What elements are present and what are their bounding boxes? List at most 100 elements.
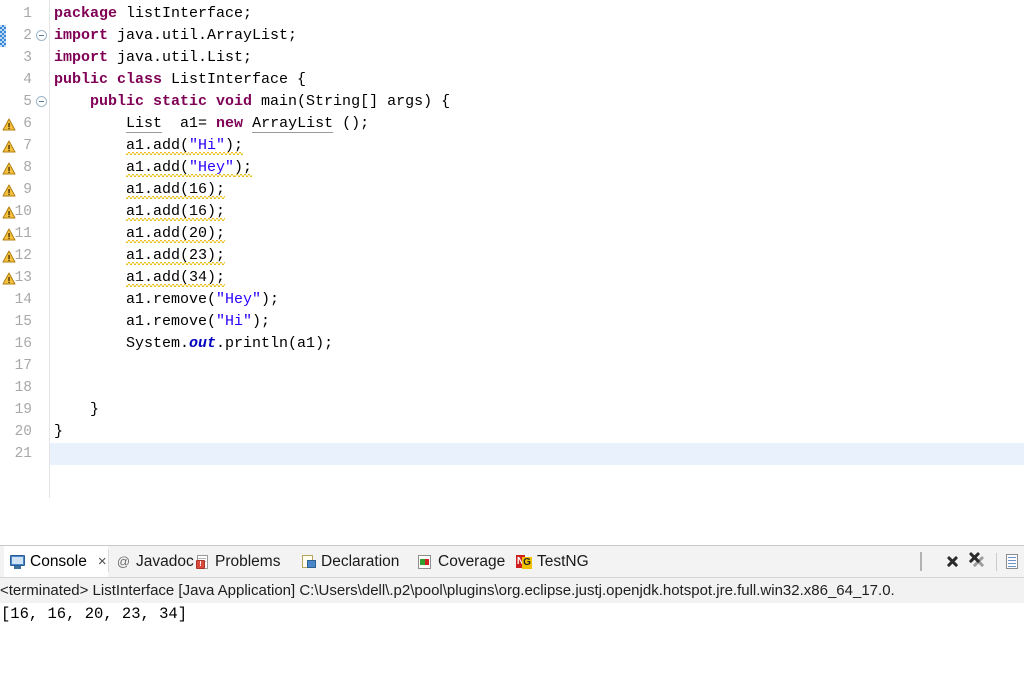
code-line[interactable]: a1.add(23);: [50, 245, 1024, 267]
tab-declaration[interactable]: Declaration: [296, 546, 412, 577]
line-number: 18: [14, 380, 32, 396]
code-token: "Hi": [189, 137, 226, 154]
code-editor[interactable]: 1 2 3 4 5 6 7 8 9 10 11 12 13 14 15 16 17 18 19 20 21 packag…: [0, 0, 1024, 522]
console-launch-header: <terminated> ListInterface [Java Applica…: [0, 578, 1024, 603]
code-token: listInterface;: [117, 5, 253, 22]
console-icon: [10, 554, 25, 569]
tab-label: Problems: [215, 552, 281, 570]
tab-testng[interactable]: N G TestNG: [510, 546, 598, 577]
coverage-icon: [418, 554, 433, 569]
code-token: a1.add(: [126, 159, 190, 176]
console-output-text[interactable]: [16, 16, 20, 23, 34]: [0, 603, 1024, 626]
tab-coverage[interactable]: Coverage: [412, 546, 514, 577]
code-line[interactable]: System.out.println(a1);: [50, 333, 1024, 355]
tab-problems[interactable]: ! Problems: [190, 546, 294, 577]
code-token: );: [225, 137, 244, 154]
code-line[interactable]: import java.util.List;: [50, 47, 1024, 69]
code-line[interactable]: a1.add(20);: [50, 223, 1024, 245]
code-line[interactable]: a1.remove("Hey");: [50, 289, 1024, 311]
code-token: package: [54, 5, 118, 22]
code-token: out: [189, 335, 217, 352]
line-number: 10: [14, 204, 32, 220]
code-token: a1.remove(: [126, 313, 217, 330]
console-view[interactable]: <terminated> ListInterface [Java Applica…: [0, 578, 1024, 695]
code-token: a1.add(16);: [126, 203, 226, 220]
line-number: 5: [23, 94, 32, 110]
fold-collapse-icon[interactable]: [36, 30, 47, 41]
code-token: a1.add(16);: [126, 181, 226, 198]
code-token: a1.add(20);: [126, 225, 226, 242]
remove-all-launches-button[interactable]: [968, 551, 987, 570]
code-line[interactable]: }: [50, 421, 1024, 443]
code-token: main(String[] args) {: [252, 93, 451, 110]
testng-icon: NG: [516, 554, 532, 569]
code-token: "Hey": [216, 291, 262, 308]
code-line[interactable]: public static void main(String[] args) {: [50, 91, 1024, 113]
code-folding-column[interactable]: [36, 0, 50, 522]
code-line[interactable]: [50, 355, 1024, 377]
line-number-ruler: 1 2 3 4 5 6 7 8 9 10 11 12 13 14 15 16 17 18 19 20 21: [0, 0, 36, 522]
problems-icon: !: [196, 554, 210, 569]
line-number: 3: [23, 50, 32, 66]
code-line[interactable]: a1.add("Hey");: [50, 157, 1024, 179]
bottom-view-panel: Console × @ Javadoc! Problems Declaration Cove…: [0, 545, 1024, 695]
code-line[interactable]: [50, 377, 1024, 399]
code-token: a1.remove(: [126, 291, 217, 308]
code-token: );: [234, 159, 253, 176]
tab-label: TestNG: [537, 552, 589, 570]
code-token: new: [216, 115, 244, 132]
code-line[interactable]: }: [50, 399, 1024, 421]
code-line[interactable]: public class ListInterface {: [50, 69, 1024, 91]
code-line[interactable]: a1.add(16);: [50, 179, 1024, 201]
remove-launch-button[interactable]: [944, 553, 961, 570]
line-number: 20: [14, 424, 32, 440]
code-line[interactable]: a1.add(34);: [50, 267, 1024, 289]
code-line[interactable]: package listInterface;: [50, 3, 1024, 25]
code-line[interactable]: [50, 443, 1024, 465]
line-number: 6: [23, 116, 32, 132]
close-icon[interactable]: ×: [98, 554, 107, 569]
fold-collapse-icon[interactable]: [36, 96, 47, 107]
console-view-toolbar[interactable]: [918, 546, 1024, 577]
open-console-button[interactable]: [1006, 553, 1020, 570]
code-token: }: [90, 401, 100, 418]
line-number: 13: [14, 270, 32, 286]
javadoc-icon: @: [116, 554, 131, 569]
view-tab-bar[interactable]: Console × @ Javadoc! Problems Declaration Cove…: [0, 546, 1024, 578]
tab-label: Console: [30, 552, 87, 570]
code-token: List: [126, 115, 163, 133]
line-number: 7: [23, 138, 32, 154]
code-token: "Hey": [189, 159, 235, 176]
code-token: a1.add(: [126, 137, 190, 154]
code-token: a1.add(34);: [126, 269, 226, 286]
line-number: 12: [14, 248, 32, 264]
tab-label: Declaration: [321, 552, 400, 570]
toolbar-separator: [996, 552, 997, 571]
line-number: 2: [23, 28, 32, 44]
code-line[interactable]: List a1= new ArrayList ();: [50, 113, 1024, 135]
code-token: System.: [126, 335, 190, 352]
code-token: .println(a1);: [216, 335, 334, 352]
line-number: 16: [14, 336, 32, 352]
eclipse-ide-window: 1 2 3 4 5 6 7 8 9 10 11 12 13 14 15 16 17 18 19 20 21 packag…: [0, 0, 1024, 695]
terminate-button: [918, 552, 935, 571]
code-token: );: [261, 291, 280, 308]
code-token: java.util.List;: [108, 49, 253, 66]
tab-console[interactable]: Console ×: [4, 546, 108, 577]
code-token: java.util.ArrayList;: [108, 27, 298, 44]
code-line[interactable]: import java.util.ArrayList;: [50, 25, 1024, 47]
code-line[interactable]: a1.add(16);: [50, 201, 1024, 223]
line-number: 19: [14, 402, 32, 418]
code-line[interactable]: a1.remove("Hi");: [50, 311, 1024, 333]
code-token: ListInterface {: [162, 71, 307, 88]
line-number: 15: [14, 314, 32, 330]
code-line[interactable]: a1.add("Hi");: [50, 135, 1024, 157]
line-number: 9: [23, 182, 32, 198]
code-token: import: [54, 27, 109, 44]
declaration-icon: [302, 554, 316, 569]
code-token: );: [252, 313, 271, 330]
line-number: 17: [14, 358, 32, 374]
code-token: ();: [333, 115, 370, 132]
code-text-area[interactable]: package listInterface; import java.util.A…: [50, 0, 1024, 498]
tab-separator: [108, 550, 109, 572]
